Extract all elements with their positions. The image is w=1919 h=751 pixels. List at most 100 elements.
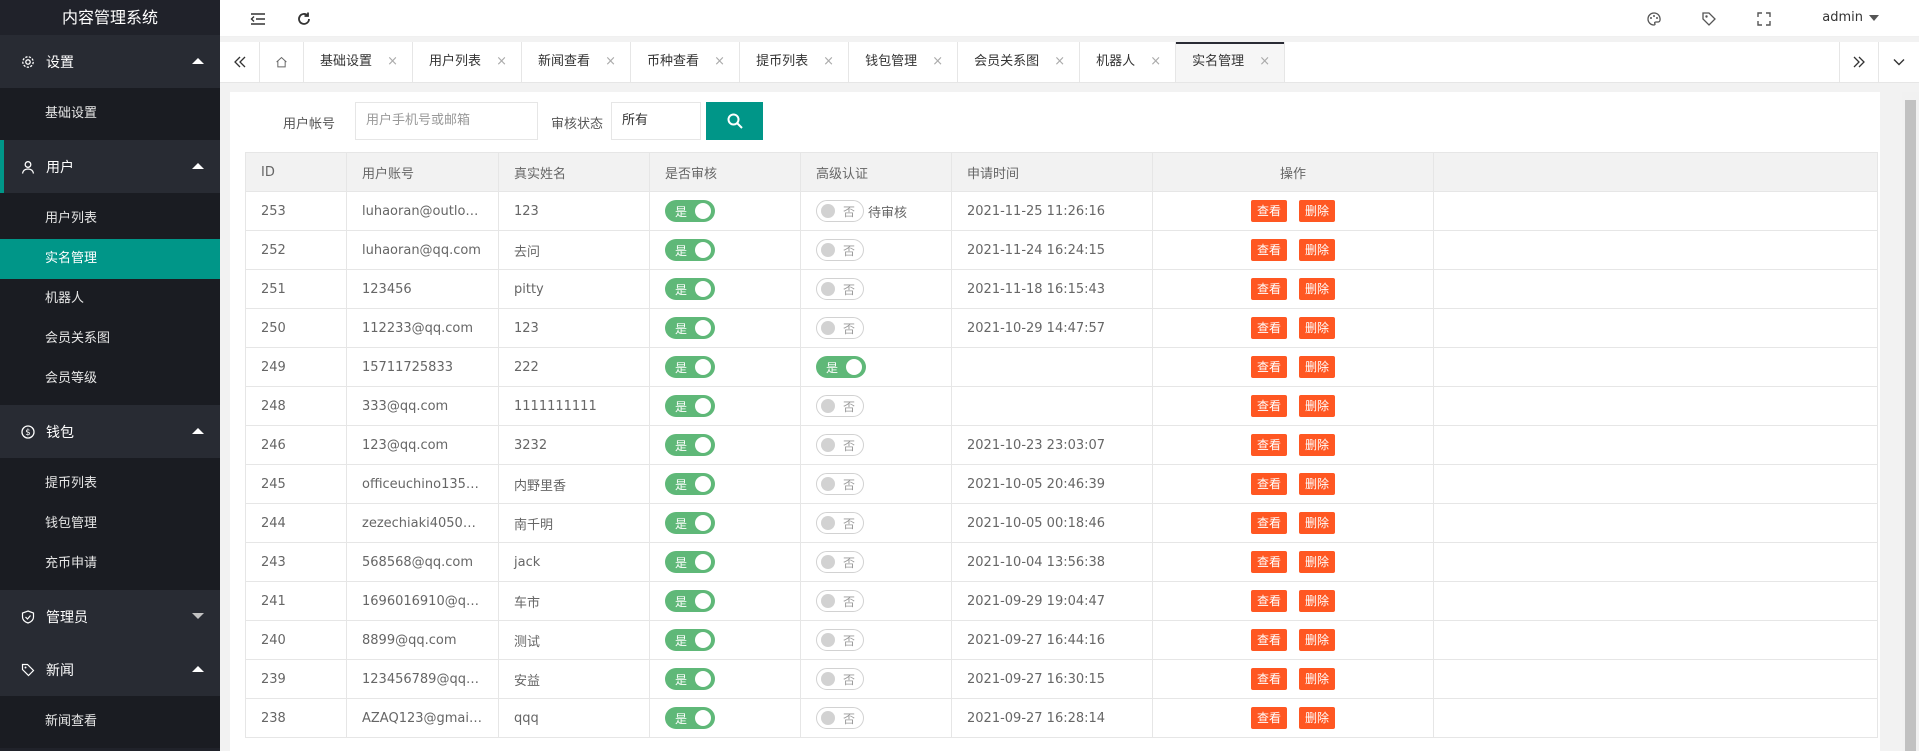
advanced-switch[interactable]: 否 [816,551,864,573]
reviewed-switch[interactable]: 是 [665,317,715,339]
advanced-switch[interactable]: 否 [816,317,864,339]
view-button[interactable]: 查看 [1250,239,1287,261]
advanced-switch[interactable]: 否 [816,512,864,534]
sidebar-item[interactable]: 新闻查看 [0,702,220,742]
reviewed-switch[interactable]: 是 [665,590,715,612]
delete-button[interactable]: 删除 [1299,668,1336,690]
delete-button[interactable]: 删除 [1299,434,1336,456]
account-input[interactable]: 用户手机号或邮箱 [355,102,538,140]
delete-button[interactable]: 删除 [1299,278,1336,300]
view-button[interactable]: 查看 [1250,434,1287,456]
close-icon[interactable]: × [605,42,616,82]
view-button[interactable]: 查看 [1250,278,1287,300]
close-icon[interactable]: × [387,42,398,82]
advanced-switch[interactable]: 否 [816,668,864,690]
delete-button[interactable]: 删除 [1299,200,1336,222]
tab[interactable]: 币种查看 × [631,42,741,82]
reviewed-switch[interactable]: 是 [665,668,715,690]
delete-button[interactable]: 删除 [1299,356,1336,378]
view-button[interactable]: 查看 [1250,395,1287,417]
reviewed-switch[interactable]: 是 [665,707,715,729]
close-icon[interactable]: × [1150,42,1161,82]
sidebar-item[interactable]: 充币申请 [0,544,220,584]
advanced-switch[interactable]: 否 [816,434,864,456]
tab[interactable]: 实名管理 × [1176,42,1286,82]
reviewed-switch[interactable]: 是 [665,356,715,378]
sidebar-item[interactable]: 用户列表 [0,199,220,239]
advanced-switch[interactable]: 否 [816,395,864,417]
view-button[interactable]: 查看 [1250,707,1287,729]
tab[interactable]: 用户列表 × [413,42,523,82]
delete-button[interactable]: 删除 [1299,395,1336,417]
delete-button[interactable]: 删除 [1299,473,1336,495]
view-button[interactable]: 查看 [1250,356,1287,378]
sidebar-item[interactable]: 基础设置 [0,94,220,134]
sidebar-item[interactable]: 会员关系图 [0,319,220,359]
delete-button[interactable]: 删除 [1299,590,1336,612]
advanced-switch[interactable]: 是 [816,356,866,378]
reviewed-switch[interactable]: 是 [665,239,715,261]
advanced-switch[interactable]: 否 [816,278,864,300]
view-button[interactable]: 查看 [1250,512,1287,534]
tab[interactable]: 提币列表 × [740,42,850,82]
reviewed-switch[interactable]: 是 [665,551,715,573]
close-icon[interactable]: × [932,42,943,82]
sidebar-group-4[interactable]: 新闻 [0,643,220,696]
delete-button[interactable]: 删除 [1299,512,1336,534]
sidebar-item[interactable]: 钱包管理 [0,504,220,544]
reviewed-switch[interactable]: 是 [665,629,715,651]
reviewed-switch[interactable]: 是 [665,473,715,495]
advanced-switch[interactable]: 否 [816,707,864,729]
sidebar-group-2[interactable]: $ 钱包 [0,405,220,458]
reviewed-switch[interactable]: 是 [665,395,715,417]
reviewed-switch[interactable]: 是 [665,434,715,456]
page-scrollbar[interactable] [1902,92,1919,751]
view-button[interactable]: 查看 [1250,200,1287,222]
user-menu[interactable]: admin [1822,10,1879,25]
tag-icon[interactable] [1699,9,1719,29]
close-icon[interactable]: × [823,42,834,82]
sidebar-item[interactable]: 提币列表 [0,464,220,504]
theme-palette-icon[interactable] [1644,9,1664,29]
view-button[interactable]: 查看 [1250,668,1287,690]
reviewed-switch[interactable]: 是 [665,512,715,534]
close-icon[interactable]: × [714,42,725,82]
fullscreen-icon[interactable] [1754,9,1774,29]
sidebar-item[interactable]: 会员等级 [0,359,220,399]
search-button[interactable] [706,102,763,140]
tab[interactable]: 机器人 × [1080,42,1177,82]
tab[interactable]: 新闻查看 × [522,42,632,82]
tab[interactable]: 会员关系图 × [958,42,1081,82]
tabs-scroll-right-icon[interactable] [1839,42,1879,82]
tab[interactable]: 钱包管理 × [849,42,959,82]
tab[interactable]: 基础设置 × [304,42,414,82]
tab-home[interactable] [260,42,304,82]
view-button[interactable]: 查看 [1250,317,1287,339]
scrollbar-thumb[interactable] [1905,100,1916,751]
delete-button[interactable]: 删除 [1299,317,1336,339]
view-button[interactable]: 查看 [1250,590,1287,612]
reviewed-switch[interactable]: 是 [665,278,715,300]
advanced-switch[interactable]: 否 [816,239,864,261]
advanced-switch[interactable]: 否 [816,200,864,222]
close-icon[interactable]: × [1054,42,1065,82]
sidebar-group-0[interactable]: 设置 [0,35,220,88]
delete-button[interactable]: 删除 [1299,551,1336,573]
close-icon[interactable]: × [496,42,507,82]
advanced-switch[interactable]: 否 [816,629,864,651]
view-button[interactable]: 查看 [1250,473,1287,495]
tabs-scroll-left-icon[interactable] [220,42,260,82]
sidebar-item[interactable]: 机器人 [0,279,220,319]
sidebar-item[interactable]: 实名管理 [0,239,220,279]
advanced-switch[interactable]: 否 [816,473,864,495]
tabs-menu-icon[interactable] [1879,42,1919,82]
view-button[interactable]: 查看 [1250,629,1287,651]
status-select[interactable]: 所有 [611,102,701,140]
menu-fold-icon[interactable] [248,9,268,29]
advanced-switch[interactable]: 否 [816,590,864,612]
sidebar-group-3[interactable]: 管理员 [0,590,220,643]
close-icon[interactable]: × [1259,42,1270,82]
delete-button[interactable]: 删除 [1299,707,1336,729]
reviewed-switch[interactable]: 是 [665,200,715,222]
delete-button[interactable]: 删除 [1299,239,1336,261]
